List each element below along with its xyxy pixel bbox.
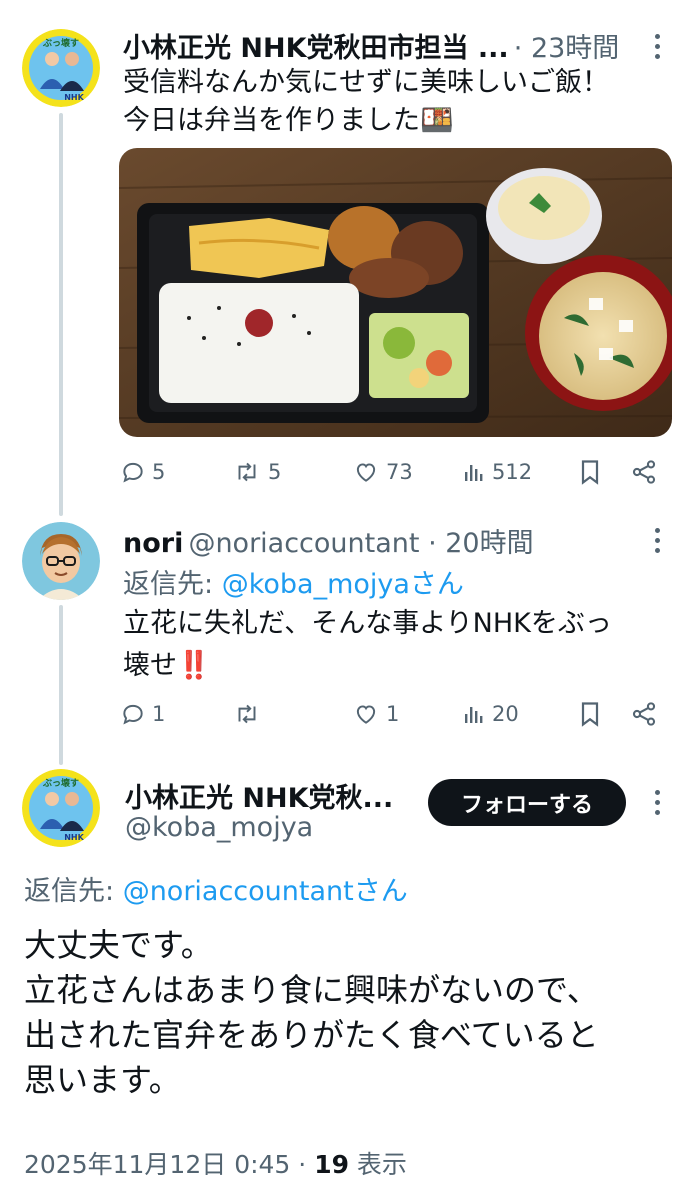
more-options-icon[interactable]: [642, 26, 672, 66]
mention-link[interactable]: @noriaccountantさん: [123, 876, 408, 907]
reply-icon: [123, 462, 143, 483]
heart-icon: [356, 705, 376, 724]
avatar[interactable]: [22, 522, 100, 600]
views-icon: [465, 707, 483, 723]
reply-icon: [123, 704, 143, 725]
views-button[interactable]: 512: [462, 452, 532, 492]
retweet-button[interactable]: 5: [232, 452, 281, 492]
avatar[interactable]: ぶっ壊す NHK: [22, 29, 100, 107]
svg-text:NHK: NHK: [64, 93, 84, 102]
bookmark-icon: [581, 460, 599, 485]
retweet-icon: [238, 704, 256, 724]
views-button[interactable]: 20: [462, 694, 519, 734]
display-name[interactable]: nori: [123, 528, 183, 559]
display-name[interactable]: 小林正光 NHK党秋...: [125, 776, 393, 815]
views-icon: [465, 465, 483, 481]
thread-line-2: [59, 605, 63, 765]
handle-timestamp[interactable]: @noriaccountant · 20時間: [188, 528, 533, 559]
retweet-icon: [238, 462, 256, 482]
views-count: 19: [314, 1150, 349, 1179]
share-icon: [632, 460, 656, 484]
post-date[interactable]: 2025年11月12日 0:45 ·: [24, 1150, 314, 1179]
reply-context: 返信先: @noriaccountantさん: [24, 876, 408, 907]
retweet-count: 5: [268, 460, 282, 484]
avatar[interactable]: ぶっ壊す NHK: [22, 769, 100, 847]
share-button[interactable]: [630, 694, 658, 734]
like-count: 1: [386, 702, 400, 726]
reply-count: 1: [152, 702, 166, 726]
views-count: 512: [492, 460, 533, 484]
tweet-text: 受信料なんか気にせずに美味しいご飯！ 今日は弁当を作りました🍱: [123, 67, 609, 136]
bookmark-icon: [581, 702, 599, 727]
share-button[interactable]: [630, 452, 658, 492]
tweet-text: 大丈夫です。 立花さんはあまり食に興味がないので、 出された官弁をありがたく食べ…: [24, 926, 599, 1099]
thread-line-1: [59, 113, 63, 516]
reply-button[interactable]: 5: [120, 452, 165, 492]
timestamp[interactable]: · 23時間: [514, 33, 620, 64]
reply-context: 返信先: @koba_mojyaさん: [123, 569, 464, 600]
post-metadata: 2025年11月12日 0:45 · 19 表示: [24, 1145, 407, 1181]
more-options-icon[interactable]: [642, 782, 672, 822]
display-name[interactable]: 小林正光 NHK党秋田市担当 ...: [123, 33, 509, 64]
share-icon: [632, 702, 656, 726]
like-button[interactable]: 1: [352, 694, 399, 734]
more-options-icon[interactable]: [642, 520, 672, 560]
like-count: 73: [386, 460, 413, 484]
tweet-2-actions: 1 1 20: [120, 694, 665, 734]
views-label: 表示: [348, 1150, 407, 1179]
svg-text:NHK: NHK: [64, 833, 84, 842]
double-exclamation-emoji: ‼️: [177, 650, 211, 681]
reply-button[interactable]: 1: [120, 694, 165, 734]
bento-photo: [119, 148, 672, 437]
bookmark-button[interactable]: [578, 694, 602, 734]
views-count: 20: [492, 702, 519, 726]
like-button[interactable]: 73: [352, 452, 413, 492]
svg-text:ぶっ壊す: ぶっ壊す: [42, 37, 79, 49]
heart-icon: [356, 463, 376, 482]
handle[interactable]: @koba_mojya: [125, 812, 313, 843]
reply-count: 5: [152, 460, 166, 484]
tweet-text: 立花に失礼だ、そんな事よりNHKをぶっ 壊せ‼️: [123, 608, 612, 681]
follow-button[interactable]: フォローする: [428, 779, 626, 826]
mention-link[interactable]: @koba_mojyaさん: [222, 569, 464, 600]
svg-text:ぶっ壊す: ぶっ壊す: [42, 777, 79, 789]
tweet-1-actions: 5 5 73 512: [120, 452, 665, 492]
retweet-button[interactable]: [232, 694, 268, 734]
bento-emoji: 🍱: [420, 105, 454, 136]
bookmark-button[interactable]: [578, 452, 602, 492]
tweet-image[interactable]: [119, 148, 672, 437]
